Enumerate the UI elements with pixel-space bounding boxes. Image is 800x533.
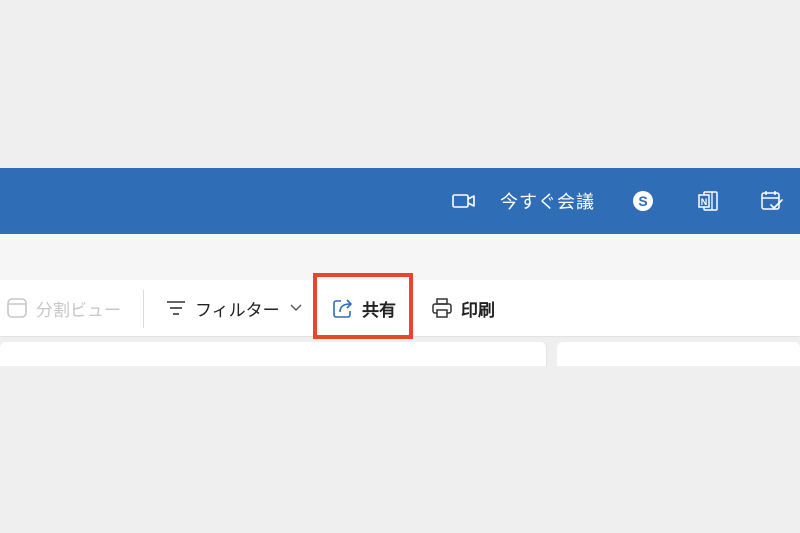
split-view-button[interactable]: 分割ビュー xyxy=(6,280,121,336)
toolbar-divider xyxy=(143,290,144,328)
skype-icon[interactable]: S xyxy=(632,168,654,234)
share-highlight-box xyxy=(313,273,413,339)
meet-now-button[interactable]: 今すぐ会議 xyxy=(500,168,595,234)
onenote-icon[interactable]: N xyxy=(697,168,719,234)
filter-label: フィルター xyxy=(195,300,280,321)
calendar-main-pane xyxy=(0,342,547,366)
filter-button[interactable]: フィルター xyxy=(165,280,302,336)
print-label: 印刷 xyxy=(461,300,495,321)
print-button[interactable]: 印刷 xyxy=(431,280,495,336)
top-command-bar: 今すぐ会議 S N xyxy=(0,168,800,234)
svg-text:S: S xyxy=(638,193,647,209)
video-camera-icon[interactable] xyxy=(452,168,476,234)
calendar-check-icon[interactable] xyxy=(760,168,784,234)
filter-icon xyxy=(165,299,187,317)
split-view-label: 分割ビュー xyxy=(36,300,121,321)
svg-text:N: N xyxy=(701,197,708,207)
calendar-side-pane xyxy=(557,342,800,366)
chevron-down-icon xyxy=(290,304,302,312)
split-view-icon xyxy=(6,297,28,319)
printer-icon xyxy=(431,297,453,319)
